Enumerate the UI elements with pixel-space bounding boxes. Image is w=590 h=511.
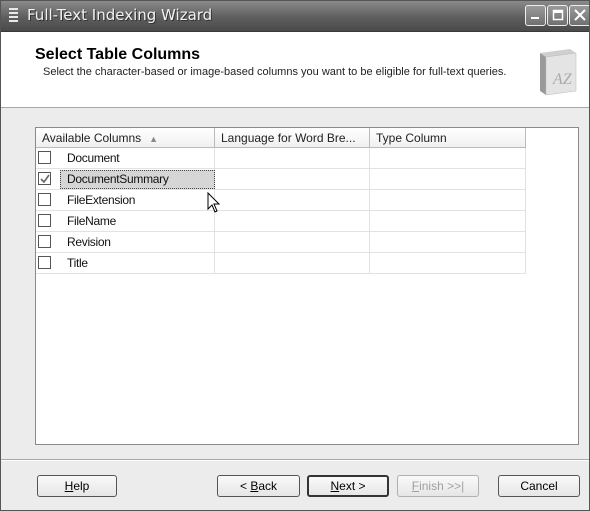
table-row[interactable]: FileExtension — [36, 190, 526, 211]
window-title: Full-Text Indexing Wizard — [27, 6, 213, 24]
btn-label: elp — [73, 479, 90, 493]
column-header-label: Language for Word Bre... — [221, 131, 356, 145]
help-button[interactable]: Help — [37, 475, 117, 497]
column-header-label: Available Columns — [42, 131, 142, 145]
column-header-label: Type Column — [376, 131, 447, 145]
back-button[interactable]: < Back — [217, 475, 300, 497]
close-icon — [573, 9, 586, 21]
column-name-cell[interactable]: FileName — [36, 211, 215, 232]
column-header-type[interactable]: Type Column — [370, 128, 526, 148]
include-checkbox[interactable] — [38, 151, 51, 164]
checkmark-icon — [40, 174, 50, 184]
window-menu-icon[interactable] — [9, 8, 18, 23]
type-column-cell[interactable] — [370, 211, 526, 232]
column-name: FileName — [67, 214, 116, 228]
page-description: Select the character-based or image-base… — [43, 66, 507, 78]
include-checkbox[interactable] — [38, 172, 51, 185]
language-cell[interactable] — [215, 190, 370, 211]
column-name: Revision — [67, 235, 111, 249]
close-button[interactable] — [569, 5, 589, 26]
language-cell[interactable] — [215, 148, 370, 169]
language-cell[interactable] — [215, 253, 370, 274]
column-name: Document — [67, 151, 120, 165]
type-column-cell[interactable] — [370, 148, 526, 169]
sort-ascending-icon: ▲ — [149, 134, 159, 144]
column-name-cell[interactable]: Document — [36, 148, 215, 169]
column-name-cell[interactable]: Revision — [36, 232, 215, 253]
page-title: Select Table Columns — [35, 46, 201, 63]
include-checkbox[interactable] — [38, 193, 51, 206]
az-label: AZ — [552, 71, 573, 88]
btn-prefix: < — [239, 479, 251, 493]
column-header-available[interactable]: Available Columns ▲ — [36, 128, 215, 148]
btn-label: ext > — [339, 479, 366, 493]
column-name-cell[interactable]: FileExtension — [36, 190, 215, 211]
maximize-button[interactable] — [547, 5, 568, 26]
table-row[interactable]: DocumentSummary — [36, 169, 526, 190]
column-name-cell[interactable]: Title — [36, 253, 215, 274]
title-bar[interactable]: Full-Text Indexing Wizard — [1, 1, 589, 32]
column-name: FileExtension — [67, 193, 136, 207]
btn-label: Cancel — [520, 479, 558, 493]
table-row[interactable]: Title — [36, 253, 526, 274]
footer-divider-highlight — [1, 460, 589, 461]
type-column-cell[interactable] — [370, 169, 526, 190]
maximize-icon — [552, 9, 563, 21]
btn-label: inish >>| — [419, 479, 465, 493]
language-cell[interactable] — [215, 232, 370, 253]
language-cell[interactable] — [215, 211, 370, 232]
include-checkbox[interactable] — [38, 235, 51, 248]
finish-button: Finish >>| — [397, 475, 479, 497]
type-column-cell[interactable] — [370, 253, 526, 274]
table-row[interactable]: Document — [36, 148, 526, 169]
columns-list[interactable]: Available Columns ▲ Language for Word Bre… — [35, 127, 579, 445]
column-name: Title — [67, 256, 88, 270]
table-row[interactable]: FileName — [36, 211, 526, 232]
btn-mnemonic: F — [411, 479, 420, 493]
mouse-cursor-icon — [207, 192, 221, 213]
minimize-button[interactable] — [525, 5, 546, 26]
column-name: DocumentSummary — [67, 172, 169, 186]
cancel-button[interactable]: Cancel — [498, 475, 580, 497]
table-row[interactable]: Revision — [36, 232, 526, 253]
column-header-language[interactable]: Language for Word Bre... — [215, 128, 370, 148]
column-name-cell[interactable]: DocumentSummary — [36, 169, 215, 190]
include-checkbox[interactable] — [38, 256, 51, 269]
wizard-window: Full-Text Indexing Wizard Select Table C… — [0, 0, 590, 511]
type-column-cell[interactable] — [370, 190, 526, 211]
az-book-icon: AZ — [540, 49, 577, 96]
btn-label: ack — [258, 479, 278, 493]
btn-mnemonic: N — [330, 479, 340, 493]
next-button[interactable]: Next > — [307, 475, 389, 497]
wizard-header: Select Table Columns Select the characte… — [1, 32, 589, 108]
minimize-icon — [530, 17, 539, 19]
language-cell[interactable] — [215, 169, 370, 190]
type-column-cell[interactable] — [370, 232, 526, 253]
include-checkbox[interactable] — [38, 214, 51, 227]
